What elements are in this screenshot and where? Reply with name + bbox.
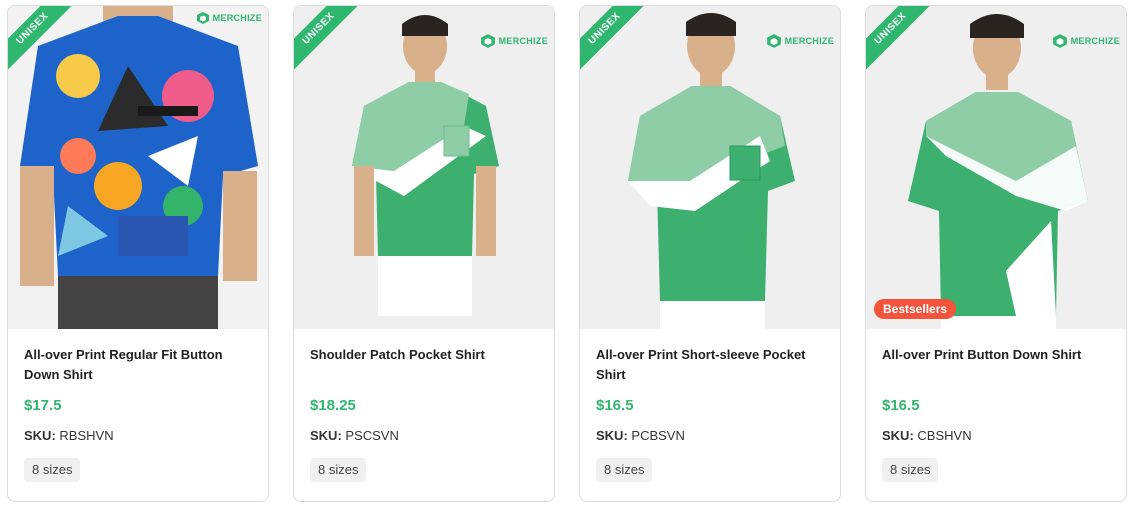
product-card[interactable]: UNISEX MERCHIZE Shoulder Patch Pocket Sh… [293,5,555,502]
brand-name: MERCHIZE [1070,36,1120,46]
floral-shirt-model-image [8,6,268,329]
button-down-shirt-model-image [866,6,1126,329]
merchize-logo-icon [766,34,781,48]
sku-value: RBSHVN [59,428,114,443]
sku-label: SKU: [596,428,628,443]
sku-label: SKU: [24,428,56,443]
sizes-badge: 8 sizes [596,458,653,482]
brand-logo: MERCHIZE [196,12,262,24]
product-image[interactable]: UNISEX MERCHIZE [294,6,554,329]
product-title[interactable]: All-over Print Short-sleeve Pocket Shirt [596,345,824,387]
product-card[interactable]: UNISEX MERCHIZE Bestsellers All-over Pri… [865,5,1127,502]
product-sku: SKU: PSCSVN [310,428,538,443]
brand-name: MERCHIZE [212,13,262,23]
product-title[interactable]: Shoulder Patch Pocket Shirt [310,345,538,387]
product-card[interactable]: UNISEX MERCHIZE All-over Print Regular F… [7,5,269,502]
brand-logo: MERCHIZE [480,34,548,48]
sizes-badge: 8 sizes [310,458,367,482]
merchize-logo-icon [196,12,209,24]
sizes-badge: 8 sizes [24,458,81,482]
product-sku: SKU: RBSHVN [24,428,252,443]
shoulder-patch-shirt-model-image [294,6,554,329]
brand-logo: MERCHIZE [1052,34,1120,48]
product-price: $17.5 [24,397,62,414]
brand-logo: MERCHIZE [766,34,834,48]
product-sku: SKU: PCBSVN [596,428,824,443]
product-price: $16.5 [596,397,634,414]
sku-value: PSCSVN [345,428,399,443]
merchize-logo-icon [1052,34,1067,48]
product-price: $16.5 [882,397,920,414]
merchize-logo-icon [480,34,495,48]
pocket-shirt-model-image [580,6,840,329]
product-image[interactable]: UNISEX MERCHIZE [8,6,268,329]
product-title[interactable]: All-over Print Regular Fit Button Down S… [24,345,252,387]
product-image[interactable]: UNISEX MERCHIZE [580,6,840,329]
product-grid: UNISEX MERCHIZE All-over Print Regular F… [7,5,1130,502]
sku-value: CBSHVN [917,428,972,443]
sku-label: SKU: [882,428,914,443]
sku-value: PCBSVN [631,428,685,443]
product-title[interactable]: All-over Print Button Down Shirt [882,345,1110,387]
product-image[interactable]: UNISEX MERCHIZE Bestsellers [866,6,1126,329]
brand-name: MERCHIZE [498,36,548,46]
sizes-badge: 8 sizes [882,458,939,482]
product-sku: SKU: CBSHVN [882,428,1110,443]
bestseller-badge: Bestsellers [874,299,957,319]
brand-name: MERCHIZE [784,36,834,46]
product-price: $18.25 [310,397,356,414]
product-card[interactable]: UNISEX MERCHIZE All-over Print Short-sle… [579,5,841,502]
sku-label: SKU: [310,428,342,443]
